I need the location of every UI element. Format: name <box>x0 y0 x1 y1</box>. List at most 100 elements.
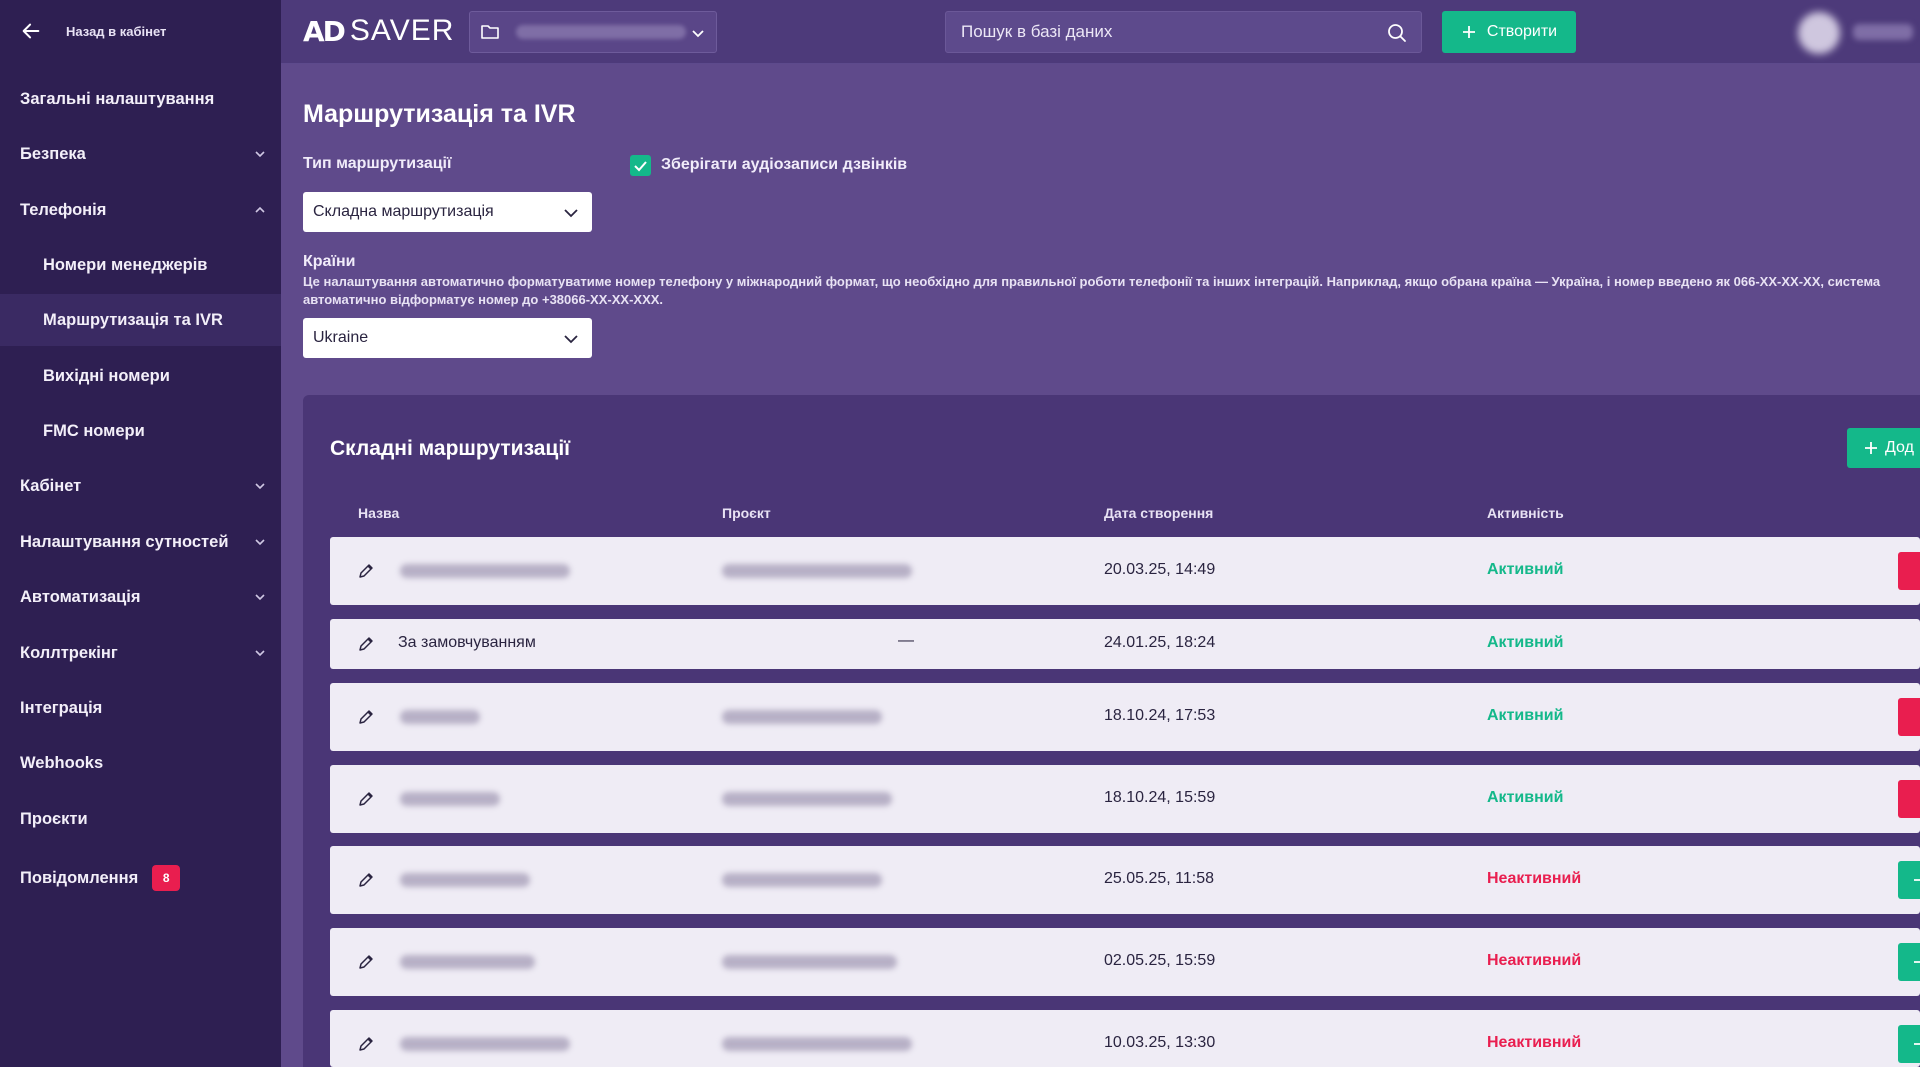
activate-button[interactable] <box>1898 1025 1920 1063</box>
country-select[interactable]: Ukraine <box>303 318 592 358</box>
table-row[interactable]: 20.03.25, 14:49 Активний <box>330 537 1920 605</box>
plus-icon <box>1462 26 1475 38</box>
deactivate-button[interactable] <box>1898 552 1920 590</box>
folder-icon <box>481 25 499 39</box>
topbar: AD SAVER Пошук в базі даних Створити <box>281 0 1920 64</box>
pencil-icon[interactable] <box>356 870 376 890</box>
table-row[interactable]: За замовчуванням — 24.01.25, 18:24 Актив… <box>330 619 1920 669</box>
routing-name-blurred <box>400 564 570 578</box>
plus-icon <box>1914 961 1920 963</box>
project-name-blurred <box>722 710 882 724</box>
table-row[interactable]: 10.03.25, 13:30 Неактивний <box>330 1010 1920 1067</box>
pencil-icon[interactable] <box>356 634 376 654</box>
sidebar-item-cabinet[interactable]: Кабінет <box>0 460 281 512</box>
sidebar-item-outgoing-numbers[interactable]: Вихідні номери <box>0 350 281 402</box>
avatar[interactable] <box>1798 12 1840 54</box>
sidebar-item-label: Інтеграція <box>20 698 103 717</box>
routing-type-value: Складна маршрутизація <box>313 203 494 220</box>
logo-text: SAVER <box>349 14 455 47</box>
sidebar-item-manager-numbers[interactable]: Номери менеджерів <box>0 239 281 291</box>
chevron-down-icon <box>692 30 704 38</box>
pencil-icon[interactable] <box>356 561 376 581</box>
save-recordings-label: Зберігати аудіозаписи дзвінків <box>661 156 908 173</box>
adsaver-logo[interactable]: AD SAVER <box>303 13 454 49</box>
sidebar-item-label: Webhooks <box>20 753 104 772</box>
sidebar-item-fmc-numbers[interactable]: FMC номери <box>0 405 281 457</box>
sidebar-item-projects[interactable]: Проєкти <box>0 793 281 845</box>
routing-name-blurred <box>400 1037 570 1051</box>
status-badge: Активний <box>1487 561 1564 578</box>
sidebar-item-label: Номери менеджерів <box>43 255 208 274</box>
back-to-cabinet-link[interactable]: Назад в кабінет <box>20 18 166 44</box>
checkmark-icon <box>634 161 647 172</box>
pencil-icon[interactable] <box>356 707 376 727</box>
chevron-down-icon <box>255 594 265 601</box>
search-icon[interactable] <box>1387 23 1407 43</box>
search-input[interactable]: Пошук в базі даних <box>945 11 1422 53</box>
routing-name-blurred <box>400 792 500 806</box>
create-button-label: Створити <box>1486 23 1558 40</box>
country-value: Ukraine <box>313 329 369 346</box>
sidebar-item-label: Телефонія <box>20 200 107 219</box>
sidebar-item-security[interactable]: Безпека <box>0 128 281 180</box>
table-row[interactable]: 18.10.24, 17:53 Активний <box>330 683 1920 751</box>
countries-hint: Це налаштування автоматично форматуватим… <box>303 274 1881 307</box>
add-routing-button[interactable]: Дод <box>1847 428 1920 468</box>
project-name: — <box>898 632 914 649</box>
arrow-left-icon <box>22 23 40 39</box>
sidebar-item-webhooks[interactable]: Webhooks <box>0 737 281 789</box>
project-name-blurred <box>722 873 882 887</box>
sidebar-item-entity-settings[interactable]: Налаштування сутностей <box>0 516 281 568</box>
pencil-icon[interactable] <box>356 1034 376 1054</box>
logo-mark: AD <box>303 14 346 48</box>
routing-type-select[interactable]: Складна маршрутизація <box>303 192 592 232</box>
pencil-icon[interactable] <box>356 789 376 809</box>
sidebar-item-label: Маршрутизація та IVR <box>43 310 223 329</box>
project-name-blurred <box>722 792 892 806</box>
back-label: Назад в кабінет <box>66 23 167 39</box>
sidebar-item-label: FMC номери <box>43 421 145 440</box>
column-header-created: Дата створення <box>1104 505 1214 521</box>
sidebar-item-label: Налаштування сутностей <box>20 532 229 551</box>
sidebar-item-automation[interactable]: Автоматизація <box>0 571 281 623</box>
sidebar-item-notifications[interactable]: Повідомлення 8 <box>0 852 281 904</box>
deactivate-button[interactable] <box>1898 780 1920 818</box>
sidebar-item-integration[interactable]: Інтеграція <box>0 682 281 734</box>
created-date: 24.01.25, 18:24 <box>1104 634 1216 651</box>
deactivate-button[interactable] <box>1898 698 1920 736</box>
table-row[interactable]: 25.05.25, 11:58 Неактивний <box>330 846 1920 914</box>
sidebar-item-telephony[interactable]: Телефонія <box>0 184 281 236</box>
activate-button[interactable] <box>1898 861 1920 899</box>
save-recordings-checkbox[interactable] <box>630 155 651 176</box>
sidebar-item-label: Безпека <box>20 144 86 163</box>
create-button[interactable]: Створити <box>1442 11 1576 53</box>
page-title: Маршрутизація та IVR <box>303 100 576 128</box>
status-badge: Активний <box>1487 634 1564 651</box>
routing-name-blurred <box>400 955 535 969</box>
project-name-blurred <box>722 1037 912 1051</box>
status-badge: Неактивний <box>1487 952 1582 969</box>
project-selector[interactable] <box>469 11 717 53</box>
table-row[interactable]: 18.10.24, 15:59 Активний <box>330 765 1920 833</box>
notifications-count-badge: 8 <box>152 865 181 891</box>
sidebar-item-general-settings[interactable]: Загальні налаштування <box>0 73 281 125</box>
sidebar-item-calltracking[interactable]: Коллтрекінг <box>0 627 281 679</box>
user-name-blurred <box>1853 24 1913 40</box>
routing-name: За замовчуванням <box>398 634 536 651</box>
sidebar-item-routing-ivr[interactable]: Маршрутизація та IVR <box>0 294 281 346</box>
created-date: 18.10.24, 15:59 <box>1104 789 1216 806</box>
table-row[interactable]: 02.05.25, 15:59 Неактивний <box>330 928 1920 996</box>
routing-name-blurred <box>400 873 530 887</box>
activate-button[interactable] <box>1898 943 1920 981</box>
chevron-down-icon <box>255 650 265 657</box>
project-name-blurred <box>516 25 686 39</box>
plus-icon <box>1914 879 1920 881</box>
chevron-up-icon <box>255 206 265 213</box>
pencil-icon[interactable] <box>356 952 376 972</box>
created-date: 20.03.25, 14:49 <box>1104 561 1216 578</box>
project-name-blurred <box>722 955 897 969</box>
search-placeholder: Пошук в базі даних <box>961 22 1113 41</box>
status-badge: Неактивний <box>1487 1034 1582 1051</box>
sidebar-item-label: Вихідні номери <box>43 366 170 385</box>
plus-icon <box>1914 1043 1920 1045</box>
